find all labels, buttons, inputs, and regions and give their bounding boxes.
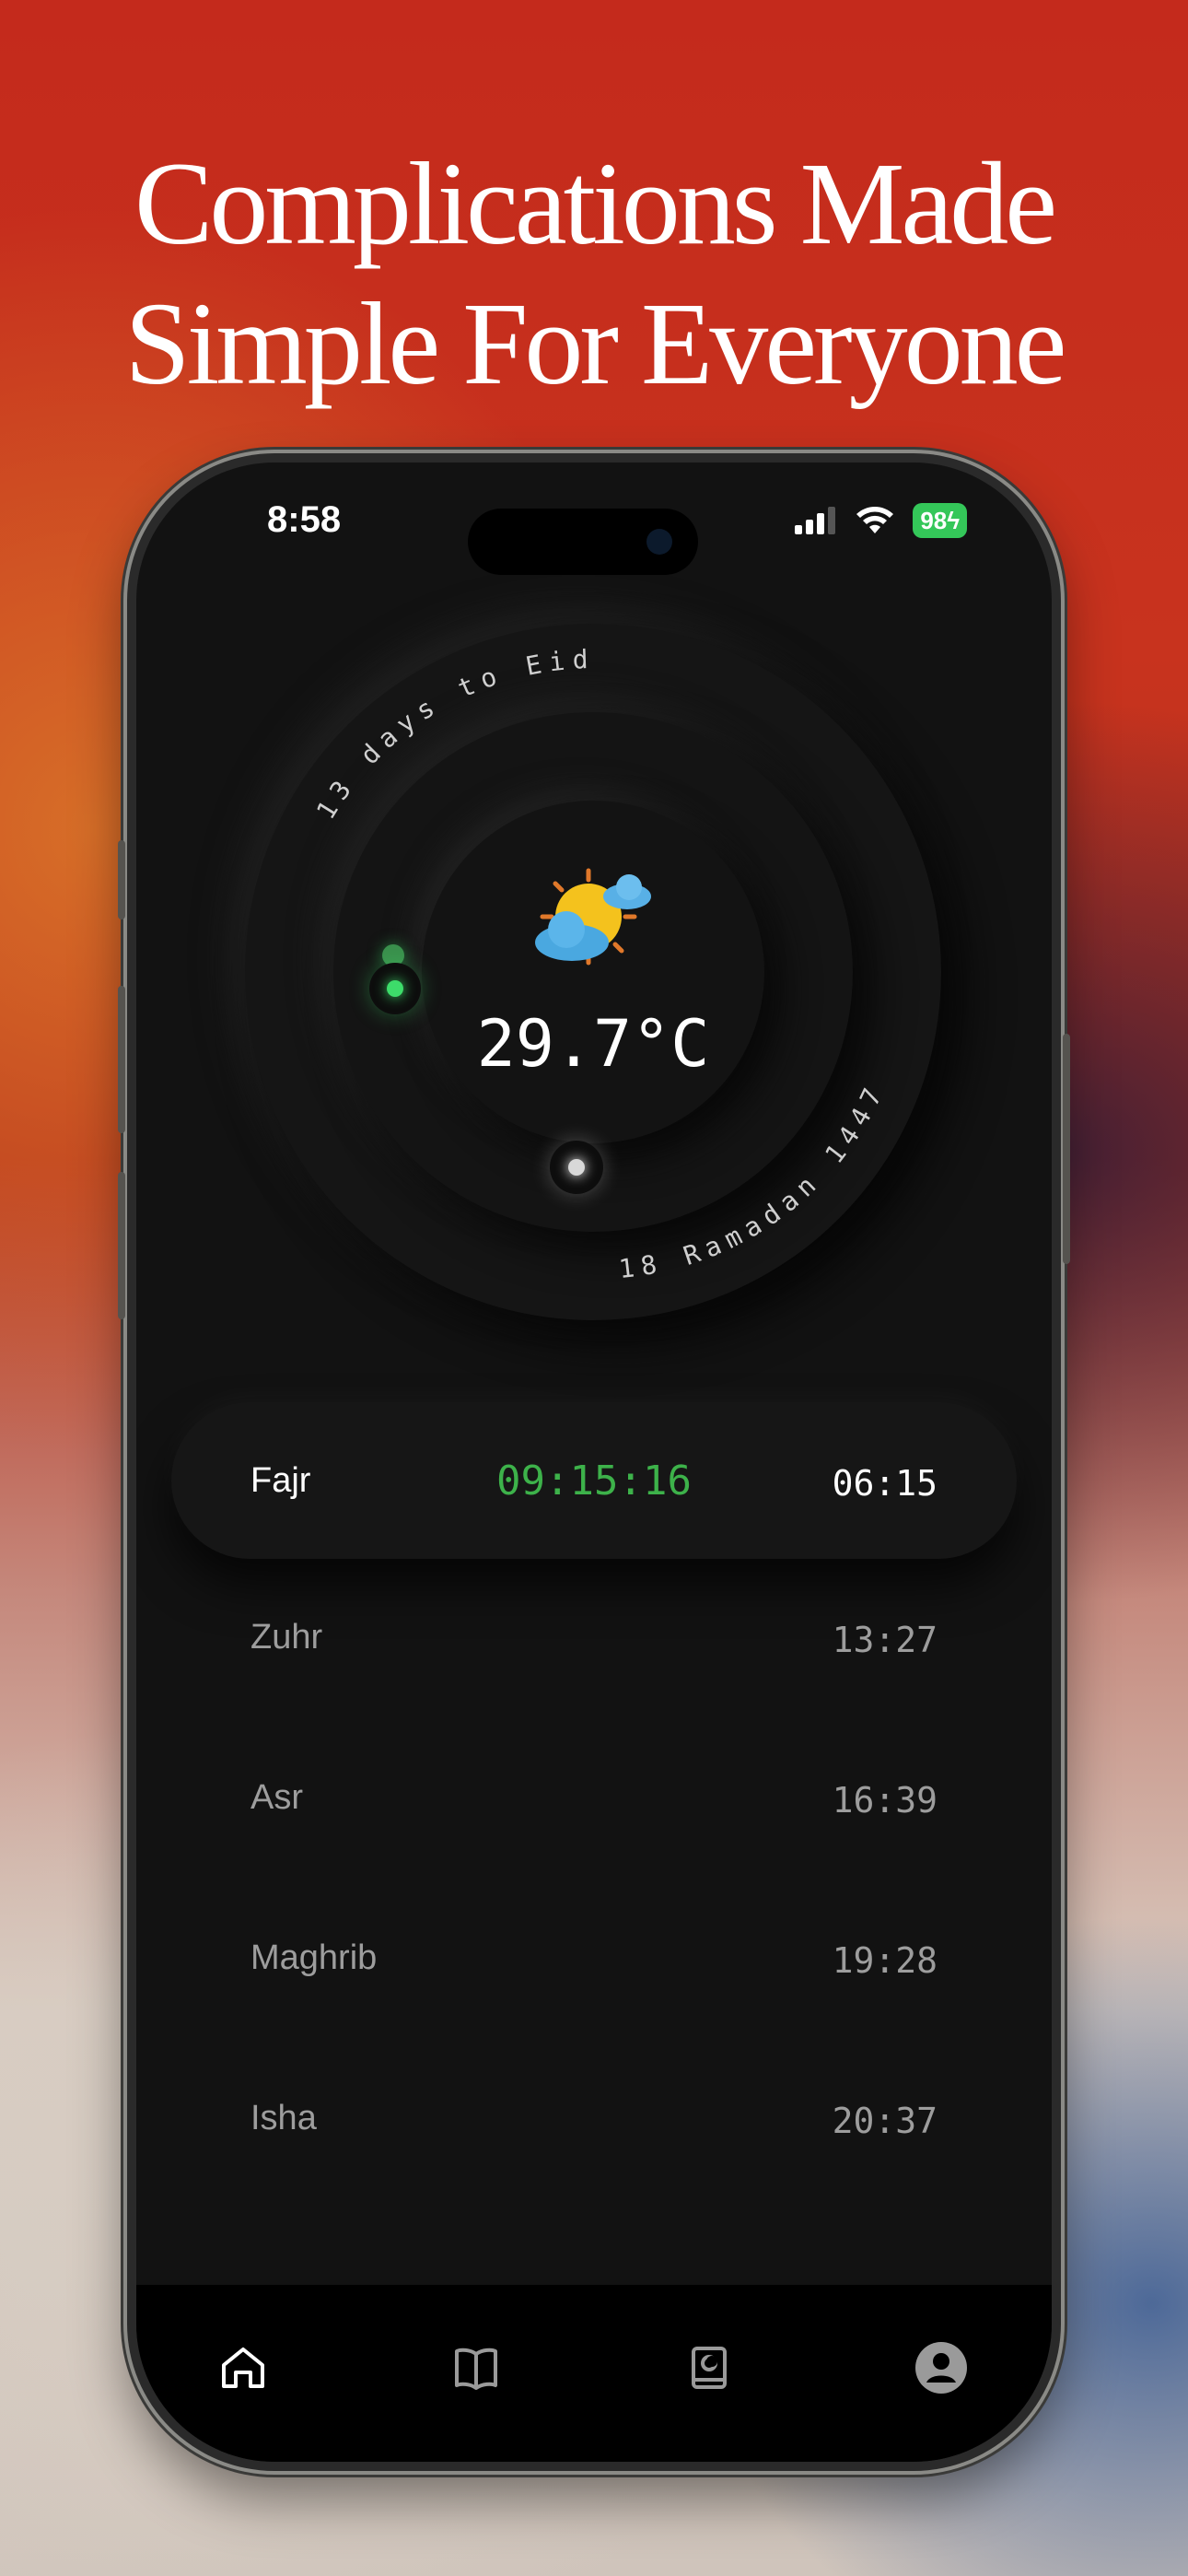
tab-quran[interactable] [672, 2331, 746, 2405]
dial-complication: 13 days to Eid 18 Ramadan 1447 29.7°C [136, 463, 1052, 1384]
prayer-row-isha[interactable]: Isha 20:37 [136, 2062, 1052, 2209]
app-screen: 8:58 98ϟ 13 days to Eid 18 Ramadan 1447 … [136, 463, 1052, 2462]
tab-profile[interactable] [904, 2331, 978, 2405]
days-to-eid-label: 13 days to Eid [310, 644, 588, 825]
prayer-time: 06:15 [832, 1463, 938, 1504]
indicator-knob [369, 963, 421, 1014]
indicator-light [387, 980, 403, 997]
phone-frame: 8:58 98ϟ 13 days to Eid 18 Ramadan 1447 … [118, 453, 1070, 2471]
tab-home[interactable] [206, 2331, 280, 2405]
headline-line1: Complications Made [134, 138, 1057, 269]
sun-indicator-light [568, 1159, 585, 1176]
action-button [118, 840, 125, 919]
prayer-row-maghrib[interactable]: Maghrib 19:28 [136, 1902, 1052, 2049]
quran-icon [692, 2347, 727, 2389]
prayer-name: Zuhr [250, 1618, 323, 1657]
prayer-row-fajr[interactable]: Fajr 09:15:16 06:15 [171, 1402, 1017, 1559]
home-icon [222, 2348, 264, 2388]
headline: Complications Made Simple For Everyone [0, 134, 1188, 414]
prayer-name: Isha [250, 2099, 317, 2137]
prayer-row-zuhr[interactable]: Zuhr 13:27 [136, 1581, 1052, 1728]
prayer-row-asr[interactable]: Asr 16:39 [136, 1741, 1052, 1889]
profile-icon [915, 2342, 967, 2394]
prayer-time: 16:39 [832, 1780, 938, 1821]
prayer-time: 13:27 [832, 1620, 938, 1660]
prayer-time: 20:37 [832, 2101, 938, 2141]
temperature-readout: 29.7°C [476, 1006, 710, 1082]
book-icon [455, 2348, 497, 2390]
sun-indicator [550, 1141, 603, 1194]
prayer-name: Maghrib [250, 1938, 378, 1977]
svg-text:18 Ramadan 1447: 18 Ramadan 1447 [617, 1077, 891, 1284]
power-button [1063, 1034, 1070, 1264]
volume-down-button [118, 1172, 125, 1319]
volume-up-button [118, 986, 125, 1133]
prayer-name: Asr [250, 1778, 303, 1817]
svg-text:13 days to Eid: 13 days to Eid [310, 644, 596, 825]
tab-bar [136, 2285, 1052, 2462]
partly-cloudy-sun-icon [535, 868, 651, 966]
tab-reading[interactable] [439, 2331, 513, 2405]
prayer-time: 19:28 [832, 1940, 938, 1981]
headline-line2: Simple For Everyone [124, 278, 1067, 409]
hijri-date-label: 18 Ramadan 1447 [617, 1077, 883, 1284]
